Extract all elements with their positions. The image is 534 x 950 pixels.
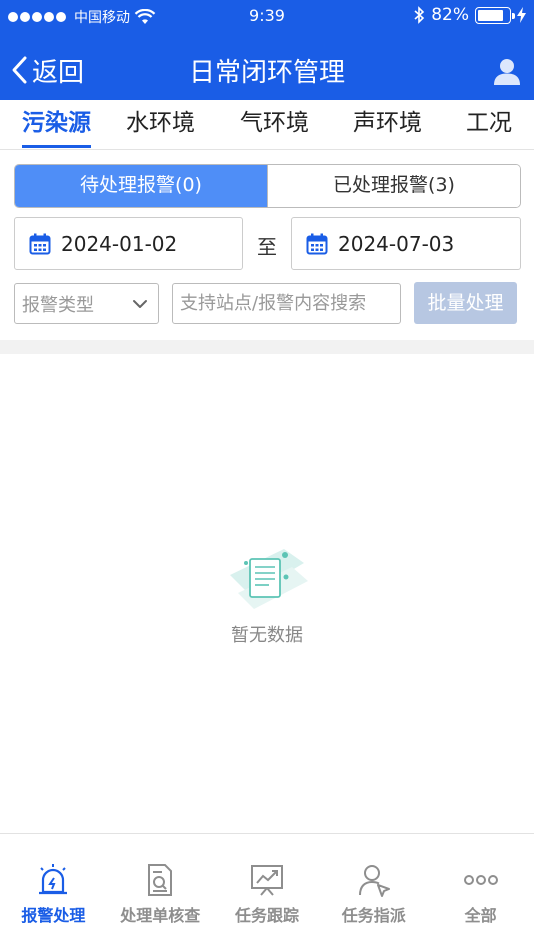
tab-water-environment[interactable]: 水环境 (126, 100, 195, 149)
empty-document-icon (230, 549, 308, 609)
tab-working-condition[interactable]: 工况 (466, 100, 512, 149)
user-profile-icon[interactable] (492, 56, 522, 86)
battery-icon (475, 6, 515, 24)
end-date-picker[interactable]: 2024-07-03 (291, 217, 521, 270)
pending-alarms-button[interactable]: 待处理报警(0) (15, 165, 267, 207)
tabbar-label: 任务跟踪 (234, 906, 299, 925)
alarm-icon (39, 864, 68, 895)
batch-process-button[interactable]: 批量处理 (414, 282, 517, 324)
user-assign-icon (358, 865, 390, 897)
trend-chart-icon (250, 865, 283, 896)
more-dots-icon (463, 875, 498, 885)
tabbar-alarm-handling[interactable]: 报警处理 (0, 834, 107, 950)
tabbar-label: 全部 (464, 906, 497, 925)
calendar-icon (29, 233, 51, 254)
battery-percent: 82% (431, 5, 469, 25)
document-search-icon (148, 864, 173, 896)
start-date-value: 2024-01-02 (61, 231, 178, 256)
empty-state: 暂无数据 (0, 545, 534, 647)
tabbar-label: 报警处理 (21, 906, 86, 925)
bottom-tab-bar: 报警处理 处理单核查 任务跟踪 任务指派 全部 (0, 833, 534, 950)
chevron-down-icon (133, 299, 147, 308)
alarm-type-select[interactable]: 报警类型 (14, 283, 159, 324)
empty-state-text: 暂无数据 (231, 625, 303, 646)
tabbar-task-assignment[interactable]: 任务指派 (320, 834, 427, 950)
tab-noise-environment[interactable]: 声环境 (353, 100, 422, 149)
alarm-type-placeholder: 报警类型 (22, 294, 94, 316)
alarm-status-segment: 待处理报警(0) 已处理报警(3) (14, 164, 521, 208)
chevron-left-icon (12, 56, 27, 84)
date-separator: 至 (257, 235, 277, 259)
charging-icon (517, 7, 526, 23)
bluetooth-icon (414, 6, 425, 24)
tabbar-ticket-review[interactable]: 处理单核查 (107, 834, 214, 950)
app-header: 中国移动 9:39 82% 返回 日常闭环管理 (0, 0, 534, 100)
tab-pollution-source[interactable]: 污染源 (22, 100, 91, 149)
end-date-value: 2024-07-03 (338, 231, 455, 256)
back-label: 返回 (32, 57, 85, 88)
tabbar-task-tracking[interactable]: 任务跟踪 (214, 834, 321, 950)
status-right: 82% (413, 5, 526, 25)
calendar-icon (306, 233, 328, 254)
start-date-picker[interactable]: 2024-01-02 (14, 217, 243, 270)
status-bar: 中国移动 9:39 82% (0, 0, 534, 32)
battery-level (478, 9, 503, 21)
tabbar-label: 处理单核查 (120, 906, 201, 925)
tabbar-label: 任务指派 (341, 906, 406, 925)
back-button[interactable]: 返回 (10, 50, 84, 90)
processed-alarms-button[interactable]: 已处理报警(3) (267, 165, 520, 207)
tab-air-environment[interactable]: 气环境 (240, 100, 309, 149)
category-tabs: 污染源 水环境 气环境 声环境 工况 (0, 100, 534, 150)
search-input[interactable] (172, 283, 401, 324)
section-divider (0, 340, 534, 354)
tabbar-all[interactable]: 全部 (427, 834, 534, 950)
